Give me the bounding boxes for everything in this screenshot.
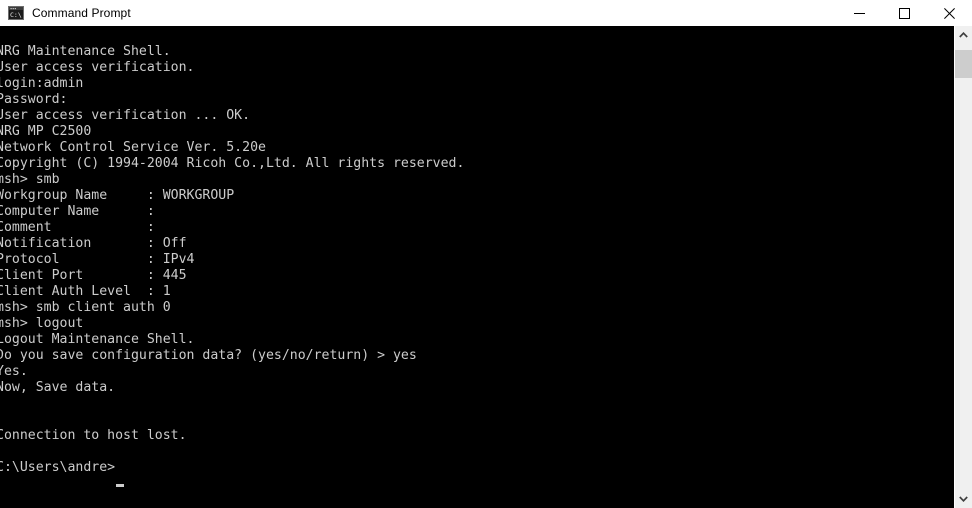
scrollbar-track[interactable] (955, 44, 972, 490)
terminal-output-area[interactable]: NRG Maintenance Shell. User access verif… (0, 26, 954, 508)
scrollbar-thumb[interactable] (955, 50, 972, 78)
minimize-icon (854, 12, 865, 14)
chevron-up-icon (959, 32, 968, 38)
scroll-up-button[interactable] (955, 26, 972, 44)
vertical-scrollbar[interactable] (954, 26, 972, 508)
svg-text:C:\: C:\ (10, 11, 22, 19)
close-icon (944, 7, 955, 19)
window-title: Command Prompt (32, 6, 131, 20)
titlebar-drag-region[interactable] (131, 0, 837, 26)
command-prompt-window: C:\ Command Prompt NRG Maintenance Shell… (0, 0, 972, 508)
minimize-button[interactable] (837, 0, 882, 26)
chevron-down-icon (959, 496, 968, 502)
text-cursor (116, 484, 124, 487)
command-prompt-icon: C:\ (8, 6, 24, 20)
scroll-down-button[interactable] (955, 490, 972, 508)
maximize-icon (899, 7, 910, 19)
close-button[interactable] (927, 0, 972, 26)
console-text: NRG Maintenance Shell. User access verif… (0, 44, 465, 475)
title-bar[interactable]: C:\ Command Prompt (0, 0, 972, 26)
maximize-button[interactable] (882, 0, 927, 26)
